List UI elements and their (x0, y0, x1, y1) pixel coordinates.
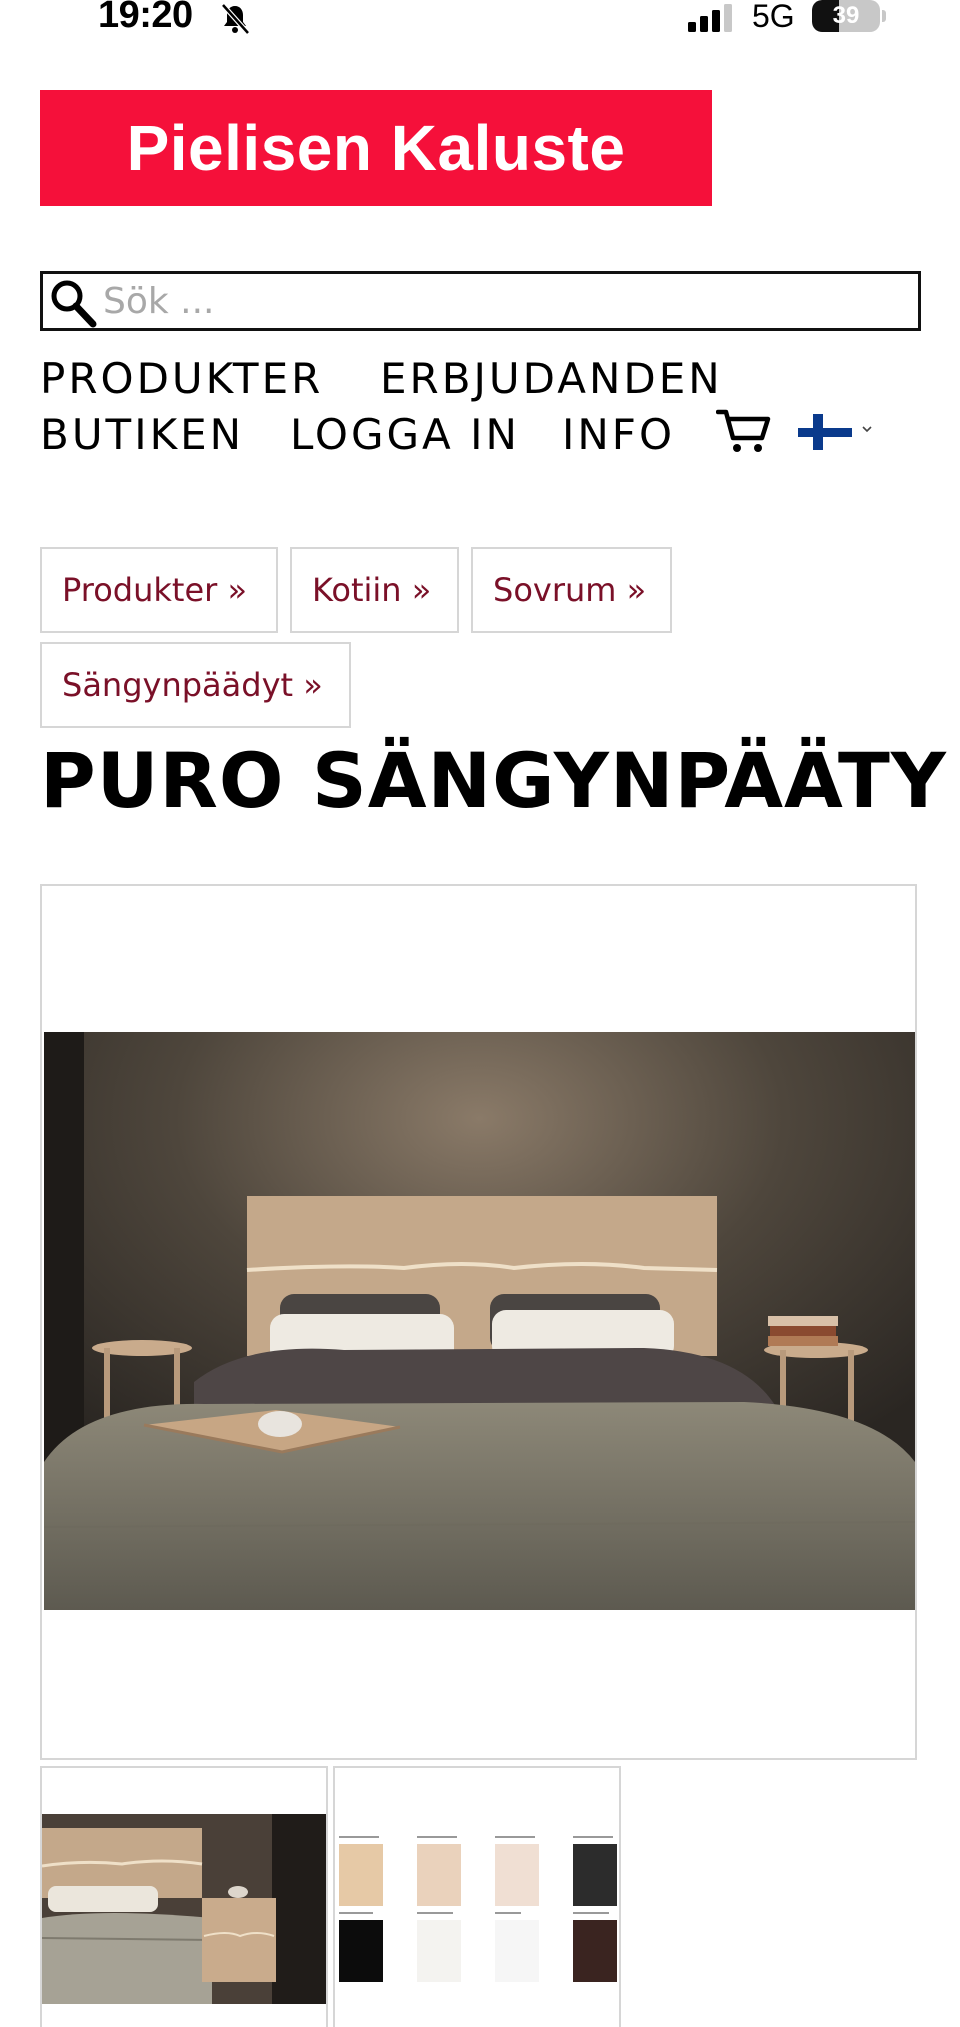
nav-erbjudanden[interactable]: ERBJUDANDEN (380, 354, 723, 403)
nav-produkter[interactable]: PRODUKTER (40, 354, 323, 403)
battery-cap (882, 10, 886, 22)
battery-level: 39 (832, 2, 860, 29)
site-logo[interactable]: Pielisen Kaluste (40, 90, 712, 206)
bell-muted-icon (221, 3, 250, 35)
breadcrumb-produkter[interactable]: Produkter » (40, 547, 278, 633)
cart-icon[interactable] (716, 408, 772, 454)
breadcrumb-kotiin[interactable]: Kotiin » (290, 547, 459, 633)
finland-flag-icon[interactable] (798, 414, 852, 450)
battery-icon: 39 (812, 0, 880, 32)
bed-photo (44, 1032, 915, 1610)
nav-info[interactable]: INFO (562, 410, 675, 459)
search-input[interactable] (103, 274, 913, 328)
breadcrumb-sovrum[interactable]: Sovrum » (471, 547, 672, 633)
nav-logga-in[interactable]: LOGGA IN (290, 410, 520, 459)
thumbnail-bed-photo[interactable] (40, 1766, 328, 2027)
main-product-image[interactable] (40, 884, 917, 1760)
network-label: 5G (752, 0, 795, 34)
logo-text: Pielisen Kaluste (126, 112, 626, 184)
search-icon[interactable] (49, 278, 97, 328)
page-title: PURO SÄNGYNPÄÄTY (40, 736, 947, 825)
breadcrumb-sangynpaadyt[interactable]: Sängynpäädyt » (40, 642, 351, 728)
chevron-down-icon[interactable] (860, 424, 874, 434)
signal-icon (688, 4, 732, 32)
thumbnail-color-swatches-image (335, 1768, 619, 2027)
status-time: 19:20 (98, 0, 193, 36)
nav-butiken[interactable]: BUTIKEN (40, 410, 244, 459)
search-bar[interactable] (40, 271, 921, 331)
thumbnail-color-swatches[interactable] (333, 1766, 621, 2027)
status-bar: 19:20 5G 39 (0, 0, 960, 44)
thumbnail-bed-photo-image (42, 1768, 326, 2027)
